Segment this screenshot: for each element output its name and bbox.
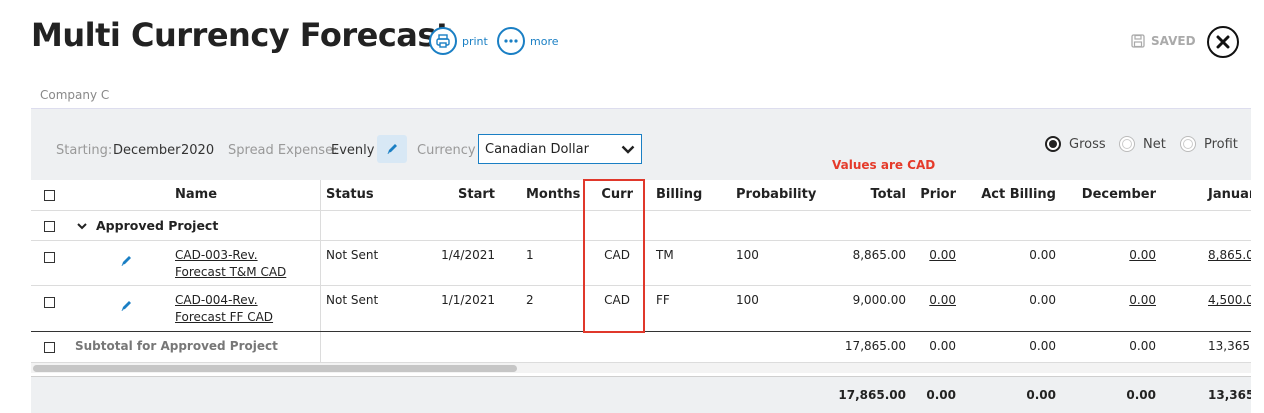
subtotal-december: 0.00 <box>1129 339 1156 353</box>
group-label: Approved Project <box>96 218 219 233</box>
subtotal-row: Subtotal for Approved Project 17,865.00 … <box>31 332 1251 363</box>
currency-label: Currency <box>417 143 476 158</box>
row-name-line1[interactable]: CAD-004-Rev. <box>175 293 258 307</box>
chevron-down-icon[interactable] <box>77 223 87 230</box>
row-name-line2[interactable]: Forecast FF CAD <box>175 310 273 324</box>
starting-month[interactable]: December <box>113 143 180 158</box>
row-total: 8,865.00 <box>852 248 906 262</box>
pencil-icon <box>387 144 397 154</box>
subtotal-january: 13,365.0( <box>1208 339 1251 353</box>
currency-select[interactable]: Canadian Dollar <box>478 134 642 164</box>
radio-gross[interactable]: Gross <box>1045 136 1106 152</box>
row-probability: 100 <box>736 293 759 307</box>
grand-total-prior: 0.00 <box>926 388 956 402</box>
more-label: more <box>530 34 559 48</box>
grand-total-january: 13,365.0( <box>1208 388 1251 402</box>
row-months: 2 <box>526 293 534 307</box>
radio-profit-indicator <box>1180 136 1196 152</box>
horizontal-scrollbar[interactable] <box>31 363 1251 373</box>
col-january[interactable]: January <box>1208 187 1251 202</box>
subtotal-act-billing: 0.00 <box>1029 339 1056 353</box>
row-prior[interactable]: 0.00 <box>916 293 956 307</box>
pencil-icon[interactable] <box>119 254 133 268</box>
col-billing[interactable]: Billing <box>656 187 702 202</box>
currency-select-value: Canadian Dollar <box>485 141 589 157</box>
col-act-billing[interactable]: Act Billing <box>976 187 1056 202</box>
col-status[interactable]: Status <box>326 187 374 202</box>
more-button[interactable]: more <box>497 27 559 55</box>
radio-profit[interactable]: Profit <box>1180 136 1238 152</box>
col-probability[interactable]: Probability <box>736 187 816 202</box>
chevron-down-icon <box>621 145 635 154</box>
row-act-billing: 0.00 <box>1029 248 1056 262</box>
subtotal-checkbox[interactable] <box>44 342 55 353</box>
radio-profit-label: Profit <box>1204 136 1238 152</box>
col-start[interactable]: Start <box>425 187 495 202</box>
row-december[interactable]: 0.00 <box>1076 293 1156 307</box>
row-act-billing: 0.00 <box>1029 293 1056 307</box>
radio-net[interactable]: Net <box>1119 136 1166 152</box>
col-total[interactable]: Total <box>826 187 906 202</box>
row-status: Not Sent <box>326 248 379 262</box>
radio-gross-label: Gross <box>1069 136 1106 152</box>
saved-label: SAVED <box>1151 34 1196 48</box>
subtotal-label: Subtotal for Approved Project <box>75 339 278 353</box>
scrollbar-thumb[interactable] <box>33 365 517 372</box>
col-name[interactable]: Name <box>175 187 217 202</box>
col-december[interactable]: December <box>1076 187 1156 202</box>
radio-net-label: Net <box>1143 136 1166 152</box>
grand-total-total: 17,865.00 <box>838 388 906 402</box>
company-name: Company C <box>40 88 110 102</box>
row-name-line2[interactable]: Forecast T&M CAD <box>175 265 286 279</box>
row-checkbox[interactable] <box>44 297 55 308</box>
close-icon <box>1216 35 1230 49</box>
row-january[interactable]: 4,500.0( <box>1208 293 1251 307</box>
row-name-line1[interactable]: CAD-003-Rev. <box>175 248 258 262</box>
annotation-values-cad: Values are CAD <box>832 158 936 172</box>
subtotal-total: 17,865.00 <box>844 339 906 353</box>
radio-gross-indicator <box>1045 136 1061 152</box>
starting-year[interactable]: 2020 <box>181 143 214 158</box>
row-billing: TM <box>656 248 674 262</box>
group-checkbox[interactable] <box>44 221 55 232</box>
starting-label: Starting: <box>56 143 113 158</box>
spread-expense-label: Spread Expense: <box>228 143 338 158</box>
pencil-icon[interactable] <box>119 299 133 313</box>
radio-net-indicator <box>1119 136 1135 152</box>
row-checkbox[interactable] <box>44 252 55 263</box>
grand-total-row: 17,865.00 0.00 0.00 0.00 13,365.0( <box>31 376 1251 413</box>
grand-total-december: 0.00 <box>1126 388 1156 402</box>
row-january[interactable]: 8,865.0( <box>1208 248 1251 262</box>
curr-column-highlight <box>583 179 645 333</box>
saved-status: SAVED <box>1131 34 1196 48</box>
row-start: 1/1/2021 <box>441 293 495 307</box>
subtotal-prior: 0.00 <box>929 339 956 353</box>
print-label: print <box>462 34 488 48</box>
row-status: Not Sent <box>326 293 379 307</box>
filter-bar: Starting: December 2020 Spread Expense: … <box>31 108 1251 180</box>
save-icon <box>1131 34 1145 48</box>
print-icon <box>429 27 457 55</box>
row-prior[interactable]: 0.00 <box>916 248 956 262</box>
row-probability: 100 <box>736 248 759 262</box>
row-start: 1/4/2021 <box>441 248 495 262</box>
row-december[interactable]: 0.00 <box>1076 248 1156 262</box>
more-icon <box>497 27 525 55</box>
row-total: 9,000.00 <box>852 293 906 307</box>
select-all-checkbox[interactable] <box>44 190 55 201</box>
print-button[interactable]: print <box>429 27 488 55</box>
col-prior[interactable]: Prior <box>916 187 956 202</box>
col-months[interactable]: Months <box>526 187 580 202</box>
spread-expense-value: Evenly <box>331 143 375 158</box>
row-billing: FF <box>656 293 670 307</box>
close-button[interactable] <box>1207 26 1239 58</box>
row-months: 1 <box>526 248 534 262</box>
grand-total-act-billing: 0.00 <box>1026 388 1056 402</box>
page-title: Multi Currency Forecast <box>31 16 451 54</box>
edit-spread-button[interactable] <box>377 135 407 163</box>
